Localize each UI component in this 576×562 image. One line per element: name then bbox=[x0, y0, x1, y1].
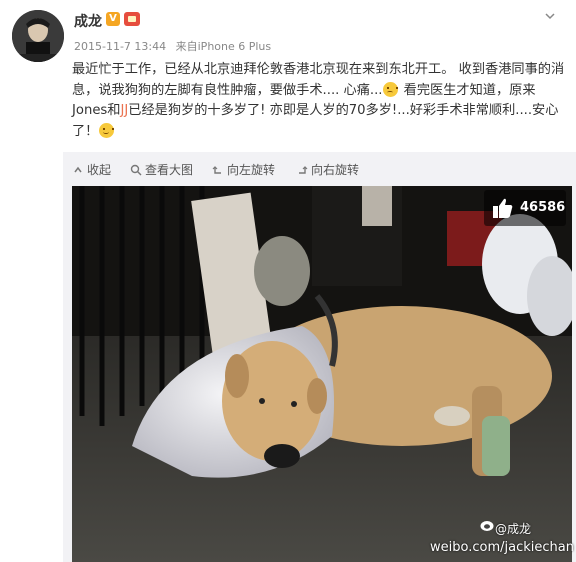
post-text: 最近忙于工作，已经从北京迪拜伦敦香港北京现在来到东北开工。 收到香港同事的消息，… bbox=[72, 60, 570, 142]
rotate-right-label: 向右旋转 bbox=[311, 163, 360, 177]
verified-badge-icon: V bbox=[106, 12, 120, 26]
post-source: iPhone 6 Plus bbox=[197, 40, 272, 53]
collapse-button[interactable]: 收起 bbox=[72, 161, 111, 178]
view-large-button[interactable]: 查看大图 bbox=[130, 161, 193, 178]
weibo-logo-icon bbox=[480, 521, 494, 531]
chevron-down-icon[interactable] bbox=[544, 10, 558, 24]
collapse-label: 收起 bbox=[87, 163, 112, 177]
watermark-url: weibo.com/jackiechan bbox=[430, 540, 574, 555]
post-photo[interactable] bbox=[72, 186, 572, 562]
watermark-handle: @成龙 bbox=[495, 522, 532, 536]
vip-badge-icon bbox=[124, 12, 140, 26]
weibo-post: 成龙 V 2015-11-7 13:44 来自iPhone 6 Plus 最近忙… bbox=[0, 0, 576, 562]
rotate-left-button[interactable]: 向左旋转 bbox=[212, 161, 275, 178]
search-icon bbox=[130, 164, 142, 176]
rotate-left-label: 向左旋转 bbox=[227, 163, 276, 177]
rotate-right-icon bbox=[299, 166, 308, 174]
smile-emoji-icon bbox=[99, 122, 115, 138]
thumbs-up-icon bbox=[493, 198, 513, 218]
post-meta: 2015-11-7 13:44 来自iPhone 6 Plus bbox=[74, 38, 277, 54]
sad-face-emoji-icon bbox=[383, 81, 399, 97]
collapse-icon bbox=[74, 166, 82, 173]
view-large-label: 查看大图 bbox=[145, 163, 194, 177]
like-count: 46586 bbox=[520, 200, 566, 215]
username[interactable]: 成龙 bbox=[74, 11, 102, 31]
post-time[interactable]: 2015-11-7 13:44 bbox=[74, 40, 166, 53]
rotate-right-button[interactable]: 向右旋转 bbox=[296, 161, 359, 178]
source-prefix: 来自 bbox=[175, 40, 198, 53]
like-button[interactable]: 46586 bbox=[484, 190, 566, 226]
avatar[interactable] bbox=[12, 10, 64, 62]
rotate-left-icon bbox=[212, 166, 221, 174]
post-text-part-3: 已经是狗岁的十多岁了! 亦即是人岁的70多岁!...好彩手术非常顺利....安心… bbox=[72, 103, 559, 139]
